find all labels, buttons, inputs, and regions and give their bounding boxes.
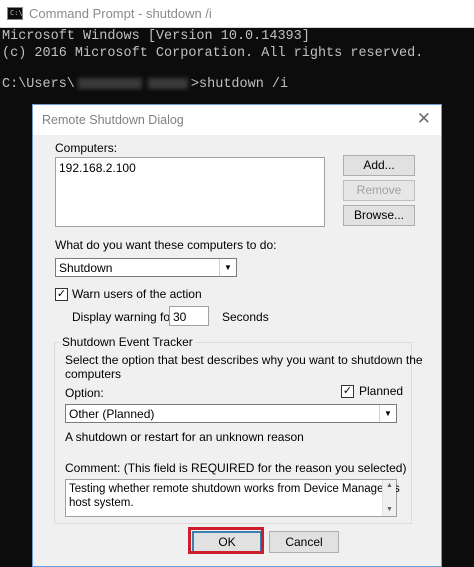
remote-shutdown-dialog: Remote Shutdown Dialog ✕ Computers: 192.… bbox=[32, 104, 442, 567]
option-description: A shutdown or restart for an unknown rea… bbox=[65, 430, 304, 444]
option-value: Other (Planned) bbox=[69, 407, 155, 421]
display-warning-label: Display warning for bbox=[72, 310, 175, 324]
planned-label: Planned bbox=[359, 384, 404, 398]
comment-hint: (This field is REQUIRED for the reason y… bbox=[120, 461, 407, 475]
comment-label: Comment: bbox=[65, 461, 121, 475]
comment-textarea[interactable]: Testing whether remote shutdown works fr… bbox=[65, 479, 400, 517]
add-button[interactable]: Add... bbox=[343, 155, 415, 176]
comment-line-2: host system. bbox=[69, 497, 134, 509]
display-warning-input[interactable]: 30 bbox=[169, 306, 209, 326]
action-label: What do you want these computers to do: bbox=[55, 238, 277, 252]
scroll-up-icon[interactable]: ▲ bbox=[383, 480, 396, 492]
tracker-description-2: computers bbox=[65, 367, 122, 381]
display-warning-value: 30 bbox=[173, 310, 187, 324]
option-select[interactable]: Other (Planned) ▼ bbox=[65, 404, 397, 423]
browse-button[interactable]: Browse... bbox=[343, 205, 415, 226]
warn-label: Warn users of the action bbox=[72, 287, 202, 301]
tracker-description-1: Select the option that best describes wh… bbox=[65, 353, 423, 367]
seconds-label: Seconds bbox=[222, 310, 269, 324]
console-icon: C:\ bbox=[7, 7, 23, 20]
close-icon[interactable]: ✕ bbox=[417, 110, 431, 128]
computers-list[interactable]: 192.168.2.100 bbox=[55, 157, 325, 227]
console-line-copyright: (c) 2016 Microsoft Corporation. All righ… bbox=[2, 46, 424, 61]
warn-checkbox[interactable]: ✓ bbox=[55, 288, 68, 301]
console-prompt: C:\Users\ >shutdown /i bbox=[2, 77, 288, 92]
comment-label-row: Comment: (This field is REQUIRED for the… bbox=[65, 461, 406, 475]
planned-checkbox[interactable]: ✓ bbox=[341, 385, 354, 398]
prompt-command: >shutdown /i bbox=[190, 77, 289, 92]
dialog-title: Remote Shutdown Dialog bbox=[42, 113, 184, 127]
chevron-down-icon: ▼ bbox=[379, 405, 396, 422]
dialog-titlebar[interactable]: Remote Shutdown Dialog ✕ bbox=[33, 105, 441, 135]
redacted-username bbox=[77, 77, 142, 89]
computers-label: Computers: bbox=[55, 141, 118, 155]
prompt-prefix: C:\Users\ bbox=[2, 77, 75, 92]
cancel-button[interactable]: Cancel bbox=[269, 531, 339, 553]
remove-button[interactable]: Remove bbox=[343, 180, 415, 201]
action-select[interactable]: Shutdown ▼ bbox=[55, 258, 237, 277]
comment-scrollbar[interactable]: ▲ ▼ bbox=[382, 480, 396, 516]
action-value: Shutdown bbox=[59, 261, 113, 275]
comment-line-1: Testing whether remote shutdown works fr… bbox=[69, 483, 400, 495]
computer-item[interactable]: 192.168.2.100 bbox=[59, 161, 136, 175]
tracker-legend: Shutdown Event Tracker bbox=[60, 335, 195, 349]
ok-button-highlight bbox=[188, 527, 264, 554]
console-titlebar[interactable]: C:\ Command Prompt - shutdown /i bbox=[0, 0, 474, 28]
chevron-down-icon: ▼ bbox=[219, 259, 236, 276]
redacted-username-2 bbox=[147, 77, 188, 89]
console-line-version: Microsoft Windows [Version 10.0.14393] bbox=[2, 29, 310, 44]
option-label: Option: bbox=[65, 386, 104, 400]
console-window-title: Command Prompt - shutdown /i bbox=[29, 6, 212, 21]
scroll-down-icon[interactable]: ▼ bbox=[383, 504, 396, 516]
